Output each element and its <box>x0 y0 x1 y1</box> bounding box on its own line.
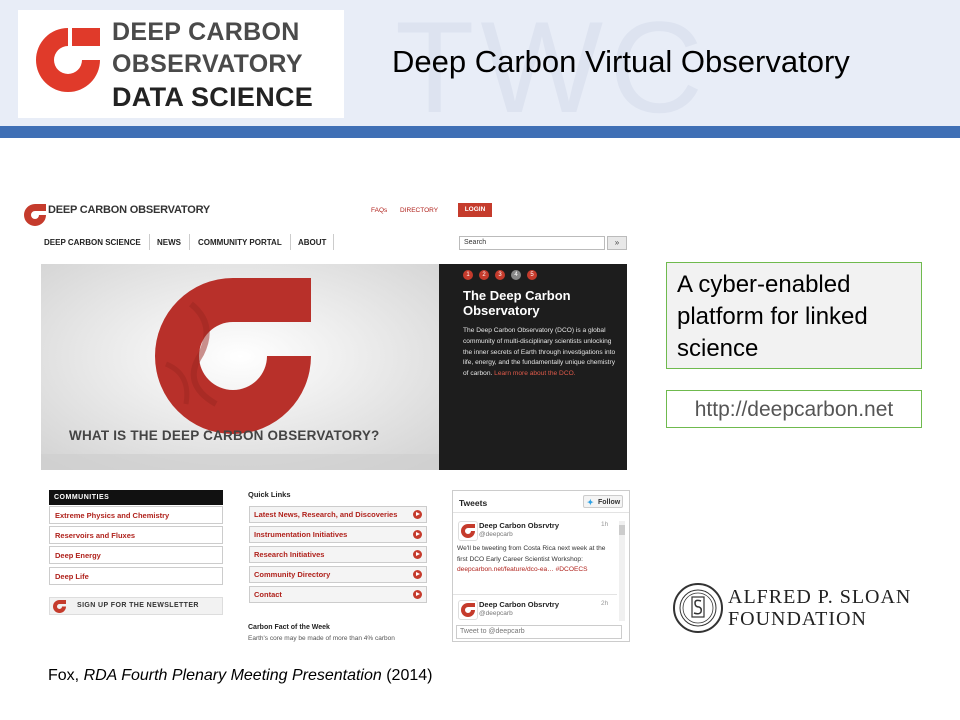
hero-heading-line1: The Deep Carbon <box>463 288 571 303</box>
arrow-right-icon <box>413 550 422 559</box>
divider <box>453 512 629 513</box>
logo-line-2: OBSERVATORY <box>112 50 303 78</box>
sloan-seal-icon <box>673 583 723 633</box>
community-item[interactable]: Deep Energy <box>49 546 223 564</box>
directory-link[interactable]: DIRECTORY <box>400 207 438 214</box>
nav-deep-carbon-science[interactable]: DEEP CARBON SCIENCE <box>44 238 141 247</box>
citation: Fox, RDA Fourth Plenary Meeting Presenta… <box>48 667 432 685</box>
nav-divider <box>333 234 334 250</box>
community-item[interactable]: Extreme Physics and Chemistry <box>49 506 223 524</box>
quick-link-item[interactable]: Instrumentation Initiatives <box>249 526 427 543</box>
quick-link-label: Contact <box>254 590 282 599</box>
citation-author: Fox, <box>48 667 84 684</box>
hero-learn-more-link[interactable]: Learn more about the DCO. <box>494 370 575 377</box>
communities-header: COMMUNITIES <box>49 490 223 505</box>
nav-community-portal[interactable]: COMMUNITY PORTAL <box>198 238 282 247</box>
site-search-input[interactable]: Search <box>459 236 605 250</box>
carousel-dot[interactable]: 3 <box>495 270 505 280</box>
tweet-avatar[interactable] <box>458 600 478 620</box>
nav-divider <box>189 234 190 250</box>
arrow-right-icon <box>413 530 422 539</box>
tweet-avatar[interactable] <box>458 521 478 541</box>
dco-website-screenshot: DEEP CARBON OBSERVATORY FAQs DIRECTORY L… <box>22 196 632 642</box>
divider <box>453 594 617 595</box>
tweet-author[interactable]: Deep Carbon Obsrvtry <box>479 521 559 530</box>
tweet-link[interactable]: deepcarbon.net/feature/dco-ea… <box>457 566 554 573</box>
slide-header: TWC DEEP CARBON OBSERVATORY DATA SCIENCE… <box>0 0 960 126</box>
faqs-link[interactable]: FAQs <box>371 207 387 214</box>
site-brand[interactable]: DEEP CARBON OBSERVATORY <box>48 204 210 216</box>
sloan-line-1: ALFRED P. SLOAN <box>728 586 912 608</box>
citation-year: (2014) <box>381 667 433 684</box>
quick-link-item[interactable]: Research Initiatives <box>249 546 427 563</box>
tweet-scrollbar[interactable] <box>619 521 625 621</box>
dco-avatar-icon <box>461 524 475 538</box>
newsletter-label: SIGN UP FOR THE NEWSLETTER <box>77 602 199 609</box>
arrow-right-icon <box>413 590 422 599</box>
dco-avatar-icon <box>461 603 475 617</box>
tweet-time[interactable]: 1h <box>601 521 608 528</box>
tweet-text: We'll be tweeting from Costa Rica next w… <box>457 545 606 573</box>
twitter-widget: Tweets ✦ Follow Deep Carbon Obsrvtry @de… <box>452 490 630 642</box>
tweet-time[interactable]: 2h <box>601 600 608 607</box>
site-search-button[interactable]: » <box>607 236 627 250</box>
sloan-foundation-logo: ALFRED P. SLOAN FOUNDATION <box>672 580 912 640</box>
nav-divider <box>149 234 150 250</box>
citation-title: RDA Fourth Plenary Meeting Presentation <box>83 667 382 684</box>
quick-link-label: Community Directory <box>254 570 331 579</box>
nav-about[interactable]: ABOUT <box>298 238 326 247</box>
tweet-compose-input[interactable]: Tweet to @deepcarb <box>456 625 622 639</box>
hero-info-panel: 1 2 3 4 5 The Deep Carbon Observatory Th… <box>439 264 627 470</box>
twitter-follow-button[interactable]: ✦ Follow <box>583 495 623 508</box>
slide-title: Deep Carbon Virtual Observatory <box>392 44 850 79</box>
follow-label: Follow <box>598 499 621 506</box>
hero-heading-line2: Observatory <box>463 303 540 318</box>
quick-links-header: Quick Links <box>248 490 291 499</box>
quick-link-label: Research Initiatives <box>254 550 325 559</box>
tweet-hashtag[interactable]: #DCOECS <box>556 566 588 573</box>
site-logo-icon <box>24 204 46 226</box>
carousel-dot[interactable]: 1 <box>463 270 473 280</box>
carousel-dot-active[interactable]: 4 <box>511 270 521 280</box>
quick-link-item[interactable]: Latest News, Research, and Discoveries <box>249 506 427 523</box>
tweet-handle[interactable]: @deepcarb <box>479 610 513 617</box>
quick-link-item[interactable]: Community Directory <box>249 566 427 583</box>
twitter-bird-icon: ✦ <box>587 498 594 507</box>
sloan-line-2: FOUNDATION <box>728 608 867 630</box>
quick-link-label: Instrumentation Initiatives <box>254 530 348 539</box>
dco-data-science-logo: DEEP CARBON OBSERVATORY DATA SCIENCE <box>18 10 344 118</box>
quick-link-item[interactable]: Contact <box>249 586 427 603</box>
logo-line-3: DATA SCIENCE <box>112 82 314 112</box>
newsletter-c-icon <box>53 600 66 613</box>
community-item[interactable]: Reservoirs and Fluxes <box>49 526 223 544</box>
logo-line-1: DEEP CARBON <box>112 18 300 46</box>
tweet-author[interactable]: Deep Carbon Obsrvtry <box>479 600 559 609</box>
carbon-fact-header: Carbon Fact of the Week <box>248 624 330 631</box>
newsletter-signup-button[interactable]: SIGN UP FOR THE NEWSLETTER <box>49 597 223 615</box>
hero-body: The Deep Carbon Observatory (DCO) is a g… <box>463 327 616 378</box>
nav-news[interactable]: NEWS <box>157 238 181 247</box>
carbon-fact-text: Earth's core may be made of more than 4%… <box>248 635 395 642</box>
arrow-right-icon <box>413 510 422 519</box>
community-item[interactable]: Deep Life <box>49 567 223 585</box>
tweets-header: Tweets <box>459 498 488 508</box>
login-button[interactable]: LOGIN <box>458 203 492 217</box>
nav-divider <box>290 234 291 250</box>
carousel-dot[interactable]: 2 <box>479 270 489 280</box>
hero-carousel[interactable]: WHAT IS THE DEEP CARBON OBSERVATORY? 1 2… <box>41 264 627 470</box>
hero-caption: WHAT IS THE DEEP CARBON OBSERVATORY? <box>69 428 380 443</box>
platform-description-callout: A cyber-enabled platform for linked scie… <box>666 262 922 369</box>
carousel-dot[interactable]: 5 <box>527 270 537 280</box>
dco-c-logo-icon <box>36 28 100 92</box>
quick-link-label: Latest News, Research, and Discoveries <box>254 510 398 519</box>
arrow-right-icon <box>413 570 422 579</box>
tweet-handle[interactable]: @deepcarb <box>479 531 513 538</box>
website-url-callout[interactable]: http://deepcarbon.net <box>666 390 922 428</box>
header-divider-bar <box>0 126 960 138</box>
